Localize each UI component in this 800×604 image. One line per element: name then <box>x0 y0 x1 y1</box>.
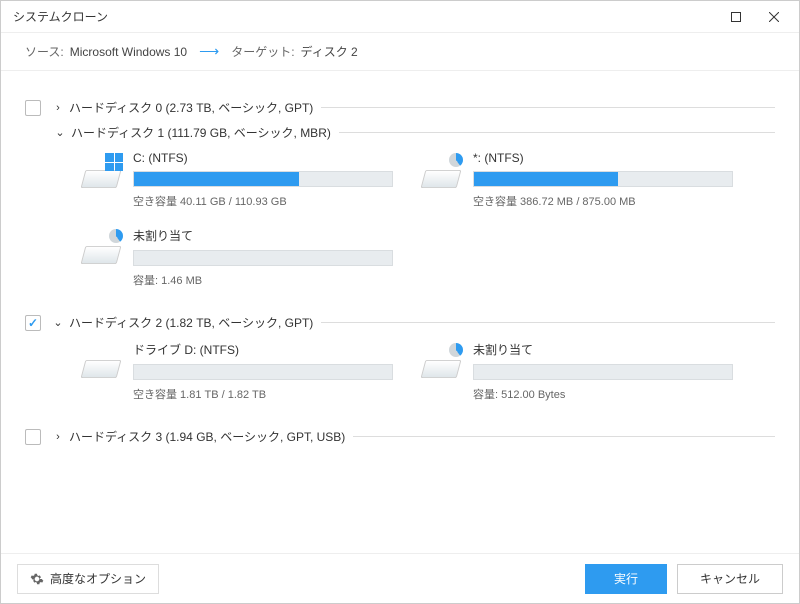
usage-bar <box>473 364 733 380</box>
disk-label: ハードディスク 1 (111.79 GB, ベーシック, MBR) <box>71 124 331 141</box>
disk-checkbox-3[interactable] <box>25 429 41 445</box>
cancel-label: キャンセル <box>700 570 760 587</box>
chevron-down-icon: ⌄ <box>53 126 67 139</box>
disk-row-1[interactable]: ⌄ ハードディスク 1 (111.79 GB, ベーシック, MBR) <box>53 124 775 141</box>
partition-sub: 空き容量 1.81 TB / 1.82 TB <box>133 386 421 402</box>
run-label: 実行 <box>614 570 638 587</box>
usage-bar <box>133 250 393 266</box>
partition-sub: 容量: 1.46 MB <box>133 272 421 288</box>
usage-bar <box>133 171 393 187</box>
maximize-button[interactable] <box>717 3 755 31</box>
maximize-icon <box>731 12 741 22</box>
window-title: システムクローン <box>13 8 717 25</box>
pie-icon <box>449 153 463 167</box>
divider <box>353 436 775 437</box>
partition-sub: 空き容量 386.72 MB / 875.00 MB <box>473 193 761 209</box>
chevron-down-icon: ⌄ <box>51 316 65 329</box>
drive-icon <box>81 155 121 195</box>
cancel-button[interactable]: キャンセル <box>677 564 783 594</box>
partition-name: 未割り当て <box>133 227 421 244</box>
divider <box>339 132 775 133</box>
partition-item[interactable]: ドライブ D: (NTFS) 空き容量 1.81 TB / 1.82 TB <box>81 341 421 402</box>
drive-icon <box>421 345 461 385</box>
advanced-options-button[interactable]: 高度なオプション <box>17 564 159 594</box>
partition-group-2: ドライブ D: (NTFS)空き容量 1.81 TB / 1.82 TB未割り当… <box>81 341 775 420</box>
disk-checkbox-0[interactable] <box>25 100 41 116</box>
disk-row-3[interactable]: › ハードディスク 3 (1.94 GB, ベーシック, GPT, USB) <box>25 428 775 445</box>
target-label: ターゲット: <box>231 43 294 60</box>
source-value: Microsoft Windows 10 <box>70 45 187 59</box>
advanced-options-label: 高度なオプション <box>50 570 146 587</box>
disk-label: ハードディスク 0 (2.73 TB, ベーシック, GPT) <box>69 99 313 116</box>
disk-row-0[interactable]: › ハードディスク 0 (2.73 TB, ベーシック, GPT) <box>25 99 775 116</box>
disk-checkbox-2[interactable] <box>25 315 41 331</box>
footer: 高度なオプション 実行 キャンセル <box>1 553 799 603</box>
divider <box>321 107 775 108</box>
partition-name: ドライブ D: (NTFS) <box>133 341 421 358</box>
drive-icon <box>421 155 461 195</box>
partition-sub: 空き容量 40.11 GB / 110.93 GB <box>133 193 421 209</box>
gear-icon <box>30 572 44 586</box>
drive-icon <box>81 231 121 271</box>
partition-name: *: (NTFS) <box>473 151 761 165</box>
close-button[interactable] <box>755 3 793 31</box>
partition-item[interactable]: *: (NTFS) 空き容量 386.72 MB / 875.00 MB <box>421 151 761 209</box>
disk-label: ハードディスク 2 (1.82 TB, ベーシック, GPT) <box>69 314 313 331</box>
usage-bar <box>133 364 393 380</box>
partition-sub: 容量: 512.00 Bytes <box>473 386 761 402</box>
chevron-right-icon: › <box>51 431 65 443</box>
disk-row-2[interactable]: ⌄ ハードディスク 2 (1.82 TB, ベーシック, GPT) <box>25 314 775 331</box>
source-target-bar: ソース: Microsoft Windows 10 ⟶ ターゲット: ディスク … <box>1 33 799 71</box>
arrow-icon: ⟶ <box>199 43 219 60</box>
usage-bar-fill <box>134 172 299 186</box>
chevron-right-icon: › <box>51 102 65 114</box>
partition-item[interactable]: 未割り当て容量: 512.00 Bytes <box>421 341 761 402</box>
usage-bar <box>473 171 733 187</box>
disk-list: ›ハードディスク 0 (2.73 TB, ベーシック, GPT)⌄ハードディスク… <box>1 71 799 553</box>
partition-group-1: C: (NTFS)空き容量 40.11 GB / 110.93 GB*: (NT… <box>81 151 775 306</box>
partition-name: C: (NTFS) <box>133 151 421 165</box>
divider <box>321 322 775 323</box>
pie-icon <box>449 343 463 357</box>
source-label: ソース: <box>25 43 64 60</box>
run-button[interactable]: 実行 <box>585 564 667 594</box>
titlebar: システムクローン <box>1 1 799 33</box>
partition-item[interactable]: 未割り当て容量: 1.46 MB <box>81 227 421 288</box>
windows-icon <box>105 153 123 171</box>
partition-item[interactable]: C: (NTFS) 空き容量 40.11 GB / 110.93 GB <box>81 151 421 209</box>
close-icon <box>769 12 779 22</box>
disk-label: ハードディスク 3 (1.94 GB, ベーシック, GPT, USB) <box>69 428 345 445</box>
pie-icon <box>109 229 123 243</box>
drive-icon <box>81 345 121 385</box>
usage-bar-fill <box>474 172 618 186</box>
partition-name: 未割り当て <box>473 341 761 358</box>
target-value: ディスク 2 <box>301 43 358 60</box>
